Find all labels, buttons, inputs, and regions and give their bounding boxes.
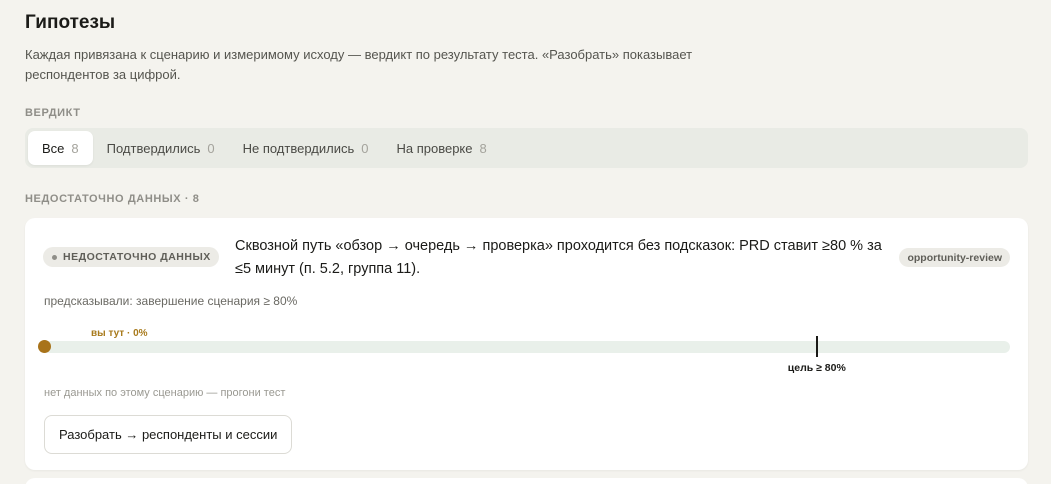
tab-count: 8 — [479, 140, 487, 156]
tab-count: 0 — [361, 140, 369, 156]
hypotheses-page: Гипотезы Каждая привязана к сценарию и и… — [0, 0, 1051, 484]
verdict-tabs: Все 8 Подтвердились 0 Не подтвердились 0… — [25, 128, 1028, 168]
current-value-label: вы тут · 0% — [91, 328, 148, 339]
tab-all[interactable]: Все 8 — [28, 131, 93, 165]
progress-track — [38, 336, 1010, 357]
current-value-marker — [38, 340, 51, 353]
target-label: цель ≥ 80% — [787, 362, 846, 374]
target-marker — [815, 336, 818, 357]
status-badge-label: НЕДОСТАТОЧНО ДАННЫХ — [63, 251, 211, 263]
tab-label: Не подтвердились — [242, 140, 355, 156]
status-badge: НЕДОСТАТОЧНО ДАННЫХ — [43, 247, 219, 267]
tab-count: 8 — [71, 140, 79, 156]
hypothesis-card: НЕДОСТАТОЧНО ДАННЫХ Сквозной путь «обзор… — [25, 218, 1028, 470]
prediction-text: предсказывали: завершение сценария ≥ 80% — [44, 294, 298, 308]
tab-label: Подтвердились — [106, 140, 201, 156]
page-title: Гипотезы — [25, 12, 116, 33]
next-hypothesis-card — [25, 478, 1028, 484]
tab-count: 0 — [207, 140, 215, 156]
tab-not-confirmed[interactable]: Не подтвердились 0 — [229, 131, 383, 165]
no-data-note: нет данных по этому сценарию — прогони т… — [44, 387, 286, 399]
tab-confirmed[interactable]: Подтвердились 0 — [93, 131, 229, 165]
status-dot-icon — [52, 254, 57, 260]
tab-label: На проверке — [396, 140, 473, 156]
tab-label: Все — [42, 140, 65, 156]
verdict-filter-label: ВЕРДИКТ — [25, 107, 81, 119]
hypothesis-title: Сквозной путь «обзор → очередь → проверк… — [235, 238, 882, 277]
group-label: НЕДОСТАТОЧНО ДАННЫХ · 8 — [25, 193, 200, 205]
scenario-tag: opportunity-review — [899, 248, 1010, 267]
tab-in-review[interactable]: На проверке 8 — [382, 131, 500, 165]
drill-down-button[interactable]: Разобрать → респонденты и сессии — [44, 415, 293, 454]
page-description: Каждая привязана к сценарию и измеримому… — [25, 47, 693, 82]
